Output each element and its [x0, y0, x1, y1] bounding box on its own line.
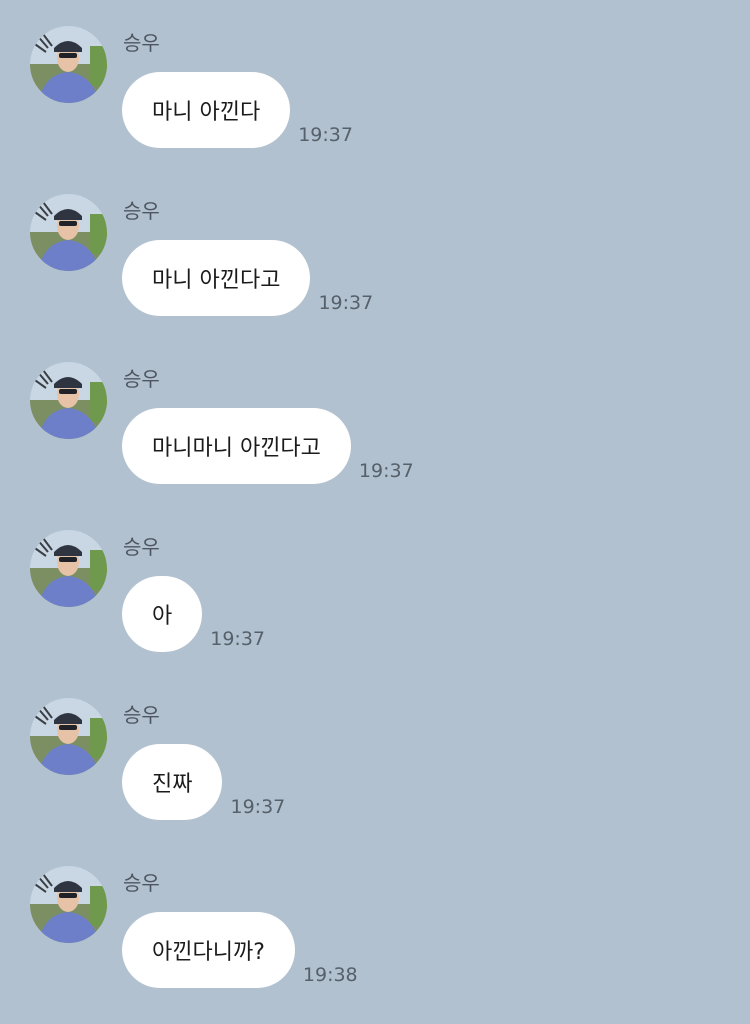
message-time: 19:38 — [302, 964, 358, 986]
sender-name: 승우 — [123, 871, 160, 895]
sender-name: 승우 — [123, 199, 160, 223]
avatar[interactable] — [30, 698, 107, 775]
sender-name: 승우 — [123, 703, 160, 727]
message-row: 진짜 19:37 — [122, 744, 285, 820]
message-bubble[interactable]: 마니마니 아낀다고 — [122, 408, 351, 484]
message-bubble[interactable]: 마니 아낀다 — [122, 72, 291, 148]
avatar[interactable] — [30, 26, 107, 103]
message-row: 아 19:37 — [122, 576, 265, 652]
chat-area[interactable]: 승우 마니 아낀다 19:37 승우 마니 아낀다고 19:37 승우 마니마니… — [0, 0, 750, 1024]
sender-name: 승우 — [123, 31, 160, 55]
message-time: 19:37 — [318, 292, 374, 314]
sender-name: 승우 — [123, 367, 160, 391]
message-bubble[interactable]: 아낀다니까? — [122, 912, 295, 988]
message-group: 승우 진짜 19:37 — [0, 672, 750, 840]
message-group: 승우 마니마니 아낀다고 19:37 — [0, 336, 750, 504]
message-bubble[interactable]: 아 — [122, 576, 203, 652]
message-group: 승우 아낀다니까? 19:38 — [0, 840, 750, 1008]
message-time: 19:37 — [298, 124, 353, 146]
message-group: 승우 아 19:37 — [0, 504, 750, 672]
avatar[interactable] — [30, 866, 107, 943]
message-row: 마니 아낀다 19:37 — [122, 72, 353, 148]
sender-name: 승우 — [123, 535, 160, 559]
message-time: 19:37 — [230, 796, 286, 818]
message-time: 19:37 — [210, 628, 266, 650]
message-time: 19:37 — [358, 460, 414, 482]
message-group: 승우 마니 아낀다고 19:37 — [0, 168, 750, 336]
avatar[interactable] — [30, 530, 107, 607]
message-bubble[interactable]: 진짜 — [122, 744, 223, 820]
message-row: 마니마니 아낀다고 19:37 — [122, 408, 414, 484]
message-group: 승우 마니 아낀다 19:37 — [0, 0, 750, 168]
message-row: 마니 아낀다고 19:37 — [122, 240, 373, 316]
message-row: 아낀다니까? 19:38 — [122, 912, 358, 988]
message-bubble[interactable]: 마니 아낀다고 — [122, 240, 311, 316]
avatar[interactable] — [30, 362, 107, 439]
avatar[interactable] — [30, 194, 107, 271]
